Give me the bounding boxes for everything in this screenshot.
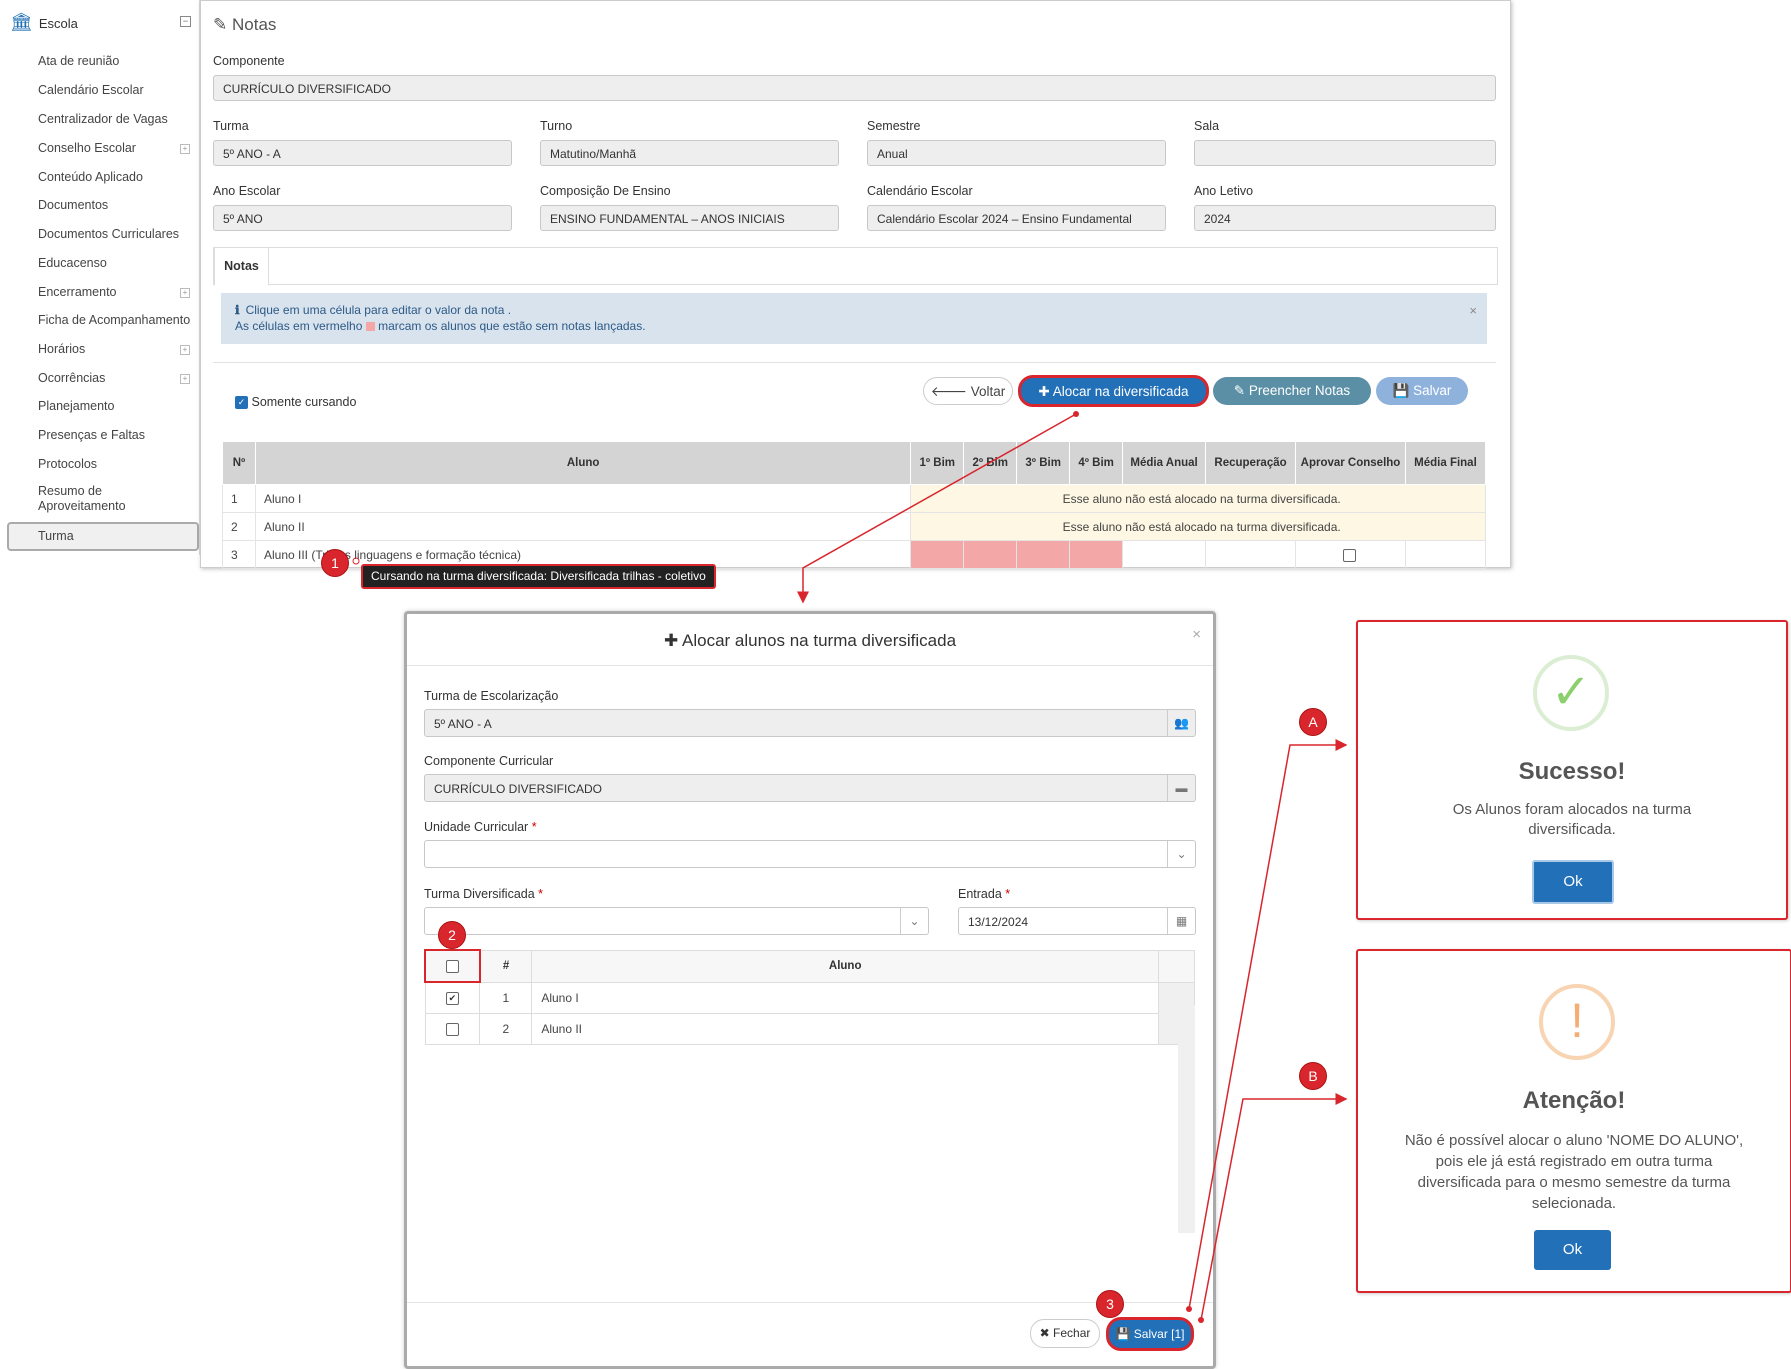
arrow-dot xyxy=(1198,1317,1204,1323)
arrow-to-success xyxy=(1188,739,1348,1310)
callout-arrows xyxy=(352,411,1348,1323)
arrow-dot xyxy=(352,557,360,565)
arrow-to-modal xyxy=(797,413,1077,604)
arrow-dot xyxy=(1073,411,1079,417)
arrow-dot xyxy=(1186,1306,1192,1312)
arrow-to-warning xyxy=(1200,1093,1348,1321)
